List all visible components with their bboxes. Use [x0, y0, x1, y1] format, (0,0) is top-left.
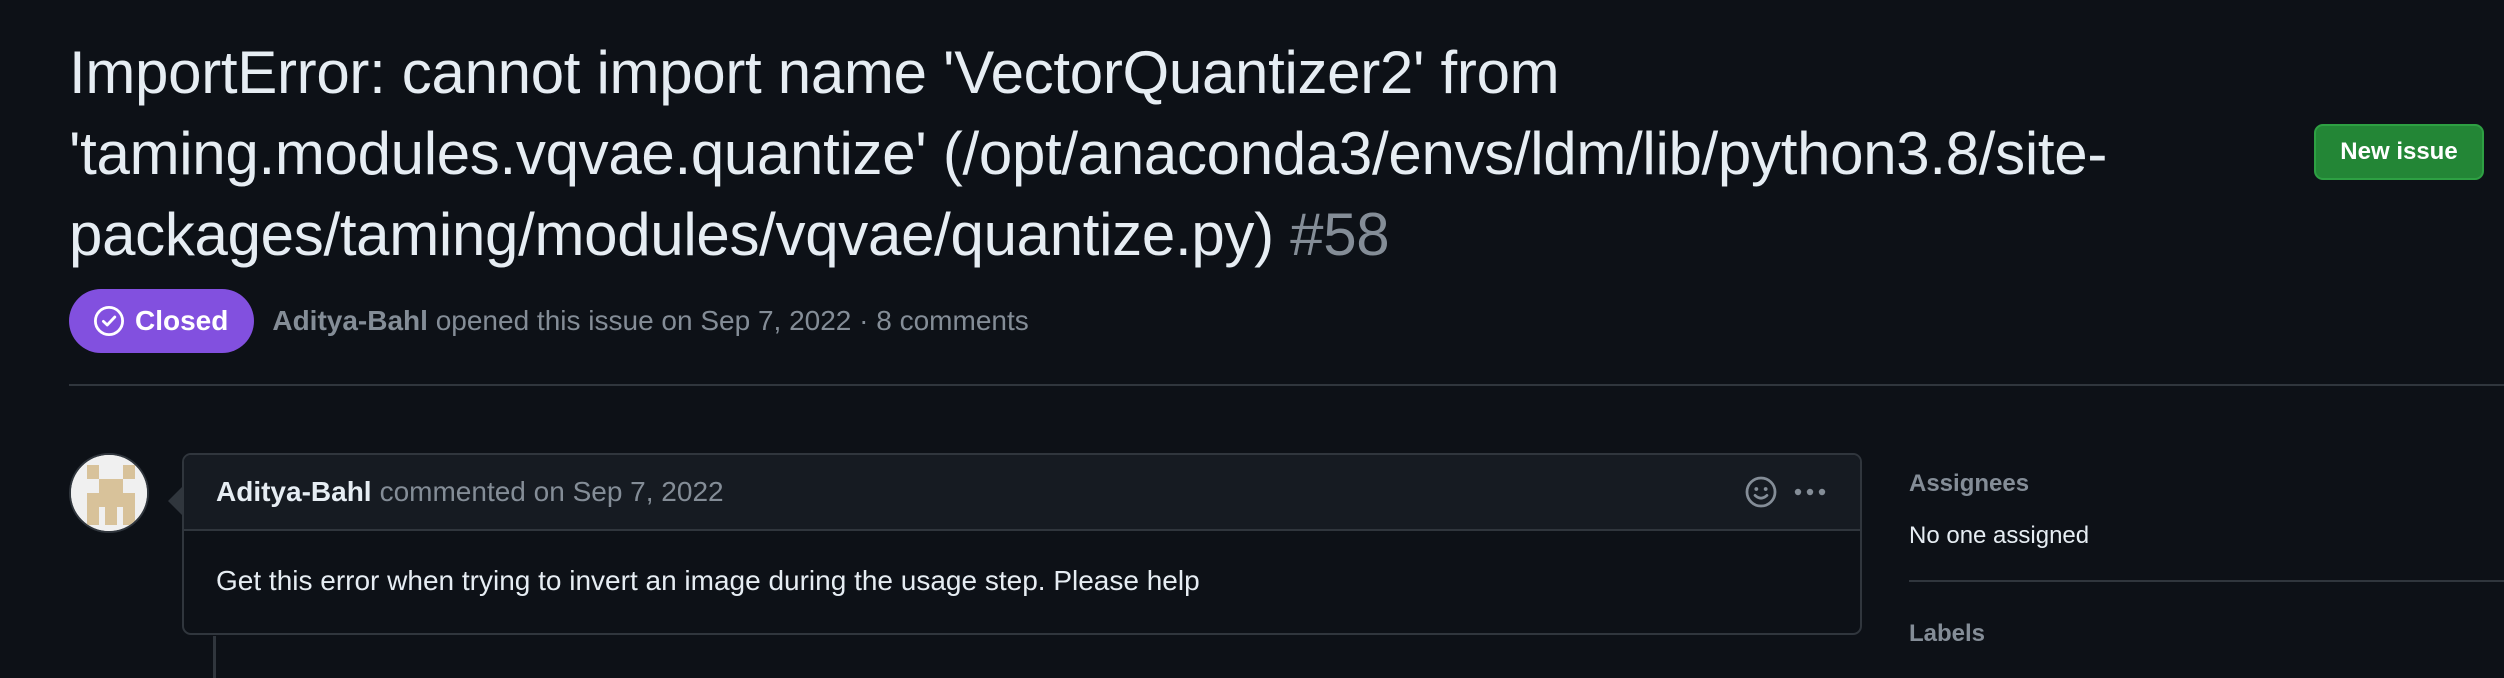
- smiley-icon[interactable]: [1744, 475, 1778, 509]
- labels-heading[interactable]: Labels: [1909, 620, 2504, 648]
- comment-date[interactable]: commented on Sep 7, 2022: [380, 476, 724, 508]
- identicon-icon: [71, 455, 147, 531]
- issue-meta: Closed Aditya-Bahl opened this issue on …: [69, 289, 1029, 353]
- assignees-heading[interactable]: Assignees: [1909, 470, 2504, 498]
- status-badge: Closed: [69, 289, 255, 353]
- status-badge-label: Closed: [135, 305, 229, 336]
- issue-title: ImportError: cannot import name 'VectorQ…: [69, 32, 2249, 275]
- comment-box: Aditya-Bahl commented on Sep 7, 2022 Get…: [168, 453, 1862, 635]
- new-issue-button[interactable]: New issue: [2314, 124, 2484, 180]
- comment-actions: [1744, 475, 1828, 509]
- issue-sidebar: Assignees No one assigned Labels: [1909, 470, 2504, 648]
- timeline-line: [213, 636, 216, 678]
- issue-number: #58: [1290, 201, 1390, 268]
- issue-author-link[interactable]: Aditya-Bahl: [272, 305, 428, 336]
- header-divider: [69, 384, 2504, 386]
- issue-title-text: ImportError: cannot import name 'VectorQ…: [69, 39, 2108, 268]
- comment-body: Get this error when trying to invert an …: [216, 565, 1200, 596]
- assignees-value: No one assigned: [1909, 522, 2090, 549]
- check-circle-icon: [93, 305, 125, 337]
- issue-opened-text: opened this issue on Sep 7, 2022 · 8 com…: [435, 305, 1029, 336]
- issue-meta-text: Aditya-Bahl opened this issue on Sep 7, …: [272, 305, 1028, 337]
- kebab-horizontal-icon[interactable]: [1792, 475, 1828, 509]
- sidebar-divider: [1909, 580, 2504, 582]
- comment-header: Aditya-Bahl commented on Sep 7, 2022: [184, 455, 1860, 531]
- comment-author-link[interactable]: Aditya-Bahl: [216, 476, 372, 508]
- avatar[interactable]: [69, 453, 149, 533]
- issue-page: ImportError: cannot import name 'VectorQ…: [0, 0, 2504, 678]
